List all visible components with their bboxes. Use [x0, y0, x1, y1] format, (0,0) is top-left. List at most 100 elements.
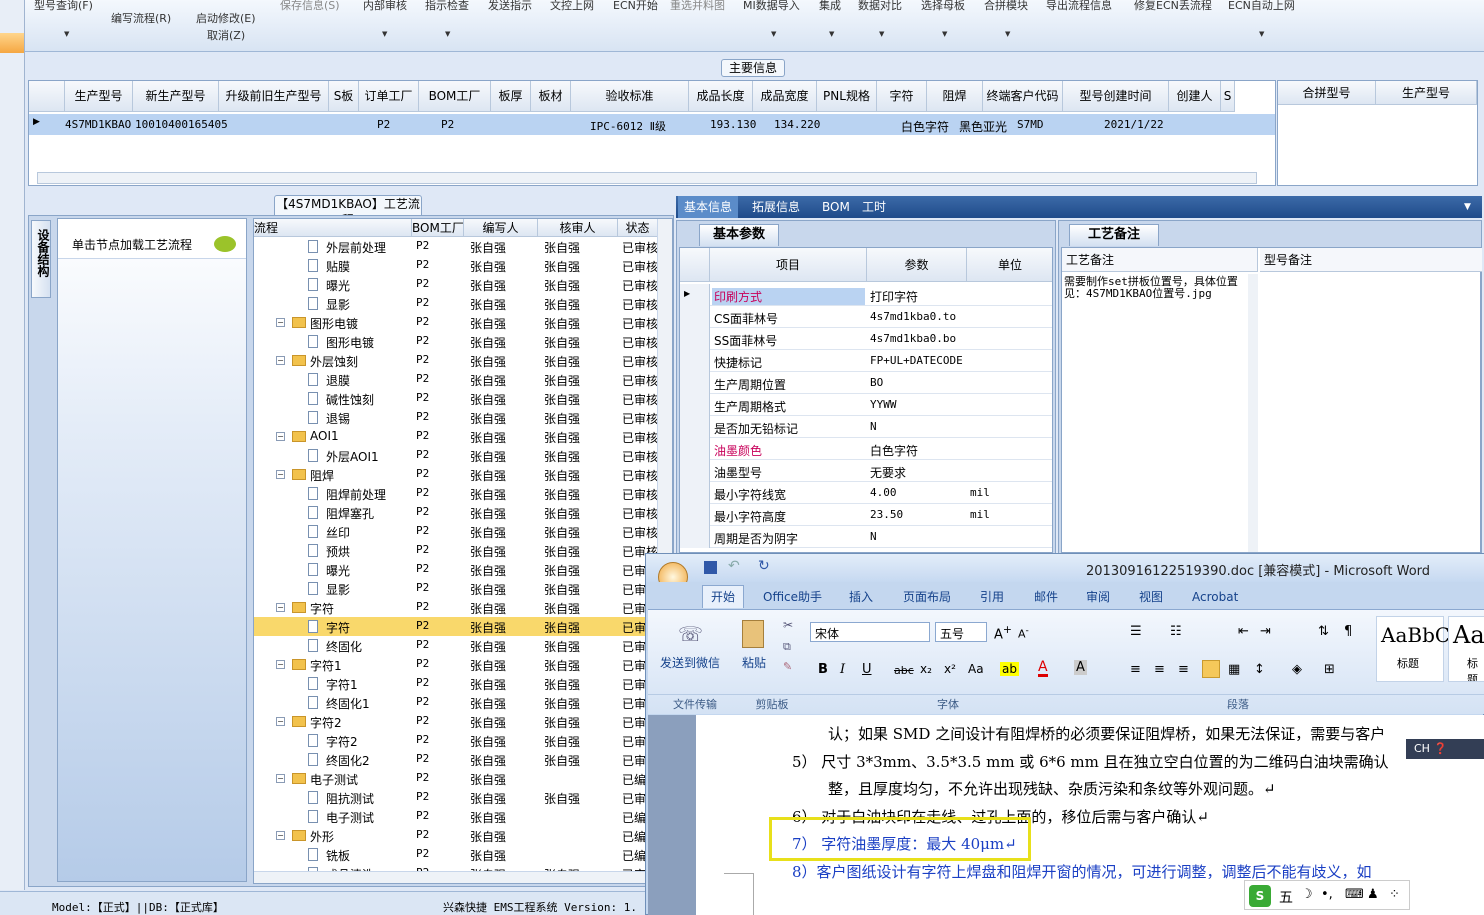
toolbar-compare[interactable]: 数据对比 — [858, 0, 902, 13]
col-header[interactable]: 状态 — [618, 219, 658, 237]
toolbar-cancel[interactable]: 取消(Z) — [207, 27, 245, 43]
dock-selected-item[interactable] — [0, 33, 24, 53]
tree-row[interactable]: − 外形 P2 张自强 已编写 — [254, 826, 658, 845]
word-tab-insert[interactable]: 插入 — [849, 585, 873, 609]
apps-icon[interactable]: ⁘ — [1389, 887, 1400, 902]
param-row[interactable]: ▶ 印刷方式 打印字符 — [680, 284, 1052, 306]
table-row[interactable]: ▶ 4S7MD1KBAO 10010400165405 P2 P2 IPC-60… — [29, 114, 1275, 135]
col-header[interactable]: BOM工厂 — [412, 219, 464, 237]
row-selector[interactable] — [680, 504, 710, 526]
collapse-icon[interactable]: − — [276, 432, 285, 441]
col-header[interactable]: 验收标准 — [571, 81, 689, 112]
collapse-icon[interactable]: − — [276, 660, 285, 669]
row-selector[interactable] — [680, 460, 710, 482]
show-marks-icon[interactable]: ¶ — [1344, 624, 1352, 639]
row-selector[interactable] — [680, 306, 710, 328]
language-bar[interactable]: CH ❓ — [1406, 739, 1484, 759]
tree-row[interactable]: 终固化2 P2 张自强 张自强 已审核 — [254, 750, 658, 769]
tree-row[interactable]: 显影 P2 张自强 张自强 已审核 — [254, 294, 658, 313]
param-value[interactable]: N — [870, 420, 877, 433]
param-value[interactable]: N — [870, 530, 877, 543]
col-header[interactable]: 流程 — [254, 219, 412, 237]
tree-row[interactable]: 显影 P2 张自强 张自强 已审核 — [254, 579, 658, 598]
param-value[interactable]: 白色字符 — [870, 442, 918, 459]
param-row[interactable]: 油墨型号 无要求 — [680, 460, 1052, 482]
col-item[interactable]: 项目 — [710, 248, 867, 282]
decrease-indent-icon[interactable]: ⇤ — [1238, 624, 1249, 639]
toolbar-start-modify[interactable]: 启动修改(E) — [196, 10, 256, 26]
underline-icon[interactable]: U — [862, 662, 872, 677]
row-selector[interactable] — [680, 526, 710, 548]
toolbar-export[interactable]: 导出流程信息 — [1046, 0, 1112, 13]
param-row[interactable]: 最小字符高度 23.50 mil — [680, 504, 1052, 526]
vertical-scrollbar[interactable] — [1248, 274, 1258, 552]
word-tab-view[interactable]: 视图 — [1139, 585, 1163, 609]
align-left-icon[interactable]: ≡ — [1130, 662, 1141, 677]
keyboard-icon[interactable]: ⌨ — [1345, 887, 1364, 902]
param-value[interactable]: 无要求 — [870, 464, 906, 481]
param-value[interactable]: YYWW — [870, 398, 897, 411]
tab-worktime[interactable]: 工时 — [862, 196, 886, 218]
tree-row[interactable]: − 外层蚀刻 P2 张自强 张自强 已审核 — [254, 351, 658, 370]
chevron-down-icon[interactable]: ▼ — [1259, 30, 1264, 38]
change-case-icon[interactable]: Aa — [968, 662, 984, 676]
process-remark-text[interactable]: 需要制作set拼板位置号，具体位置见：4S7MD1KBAO位置号.jpg — [1064, 276, 1249, 300]
tree-row[interactable]: 终固化1 P2 张自强 张自强 已审核 — [254, 693, 658, 712]
collapse-icon[interactable]: − — [276, 717, 285, 726]
param-value[interactable]: 4s7md1kba0.to — [870, 310, 956, 323]
cut-icon[interactable]: ✂ — [783, 618, 793, 632]
punctuation-icon[interactable]: •, — [1321, 887, 1333, 902]
align-center-icon[interactable]: ≡ — [1154, 662, 1165, 677]
row-selector[interactable] — [680, 482, 710, 504]
tree-row[interactable]: 图形电镀 P2 张自强 张自强 已审核 — [254, 332, 658, 351]
tree-row[interactable]: 贴膜 P2 张自强 张自强 已审核 — [254, 256, 658, 275]
row-selector[interactable] — [680, 350, 710, 372]
col-header[interactable]: 创建人 — [1169, 81, 1221, 112]
word-tab-office-helper[interactable]: Office助手 — [763, 585, 822, 609]
chevron-down-icon[interactable]: ▼ — [382, 30, 387, 38]
word-tab-mailings[interactable]: 邮件 — [1034, 585, 1058, 609]
save-icon[interactable] — [704, 561, 717, 574]
param-value[interactable]: 打印字符 — [870, 288, 918, 305]
chevron-down-icon[interactable]: ▼ — [445, 30, 450, 38]
paste-icon[interactable] — [742, 620, 764, 648]
param-value[interactable]: 4.00 — [870, 486, 897, 499]
distributed-icon[interactable]: ▦ — [1228, 662, 1240, 677]
bullets-icon[interactable]: ☰ — [1130, 624, 1142, 639]
word-tab-references[interactable]: 引用 — [980, 585, 1004, 609]
tree-row[interactable]: − 字符2 P2 张自强 张自强 已审核 — [254, 712, 658, 731]
tree-row[interactable]: − 字符1 P2 张自强 张自强 已审核 — [254, 655, 658, 674]
col-header[interactable]: 新生产型号 — [133, 81, 219, 112]
col-unit[interactable]: 单位 — [967, 248, 1052, 282]
tree-row[interactable]: 外层AOI1 P2 张自强 张自强 已审核 — [254, 446, 658, 465]
toolbar-model-query[interactable]: 型号查询(F) — [34, 0, 93, 13]
tree-row[interactable]: 字符 P2 张自强 张自强 已审核 — [254, 617, 658, 636]
horizontal-scrollbar[interactable] — [254, 871, 672, 883]
collapse-icon[interactable]: − — [276, 356, 285, 365]
chevron-down-icon[interactable]: ▼ — [1464, 196, 1471, 218]
col-header[interactable]: BOM工厂 — [419, 81, 491, 112]
justify-icon[interactable] — [1202, 660, 1220, 678]
col-header[interactable]: 成品长度 — [689, 81, 753, 112]
col-header[interactable]: 终端客户代码 — [983, 81, 1063, 112]
chevron-down-icon[interactable]: ▼ — [879, 30, 884, 38]
tree-row[interactable]: 碱性蚀刻 P2 张自强 张自强 已审核 — [254, 389, 658, 408]
toolbar-integrate[interactable]: 集成 — [819, 0, 841, 13]
horizontal-scrollbar[interactable] — [37, 172, 1257, 184]
subscript-icon[interactable]: x₂ — [920, 662, 932, 676]
style-title-1[interactable]: AaBbC 标题 — [1376, 616, 1450, 682]
send-to-wechat-button[interactable]: 发送到微信 — [660, 654, 720, 671]
word-tab-layout[interactable]: 页面布局 — [903, 585, 951, 609]
param-row[interactable]: 快捷标记 FP+UL+DATECODE — [680, 350, 1052, 372]
col-header[interactable]: 阻焊 — [927, 81, 983, 112]
row-selector[interactable]: ▶ — [680, 284, 710, 306]
param-value[interactable]: 23.50 — [870, 508, 903, 521]
side-tab-device[interactable]: 设备结构 — [31, 220, 51, 298]
tab-basic-params[interactable]: 基本参数 — [699, 224, 779, 246]
font-color-icon[interactable]: A — [1038, 660, 1048, 677]
col-header[interactable]: 成品宽度 — [753, 81, 817, 112]
sort-icon[interactable]: ⇅ — [1318, 624, 1329, 639]
superscript-icon[interactable]: x² — [944, 662, 956, 676]
tree-row[interactable]: 字符2 P2 张自强 张自强 已审核 — [254, 731, 658, 750]
redo-icon[interactable]: ↻ — [758, 558, 770, 574]
